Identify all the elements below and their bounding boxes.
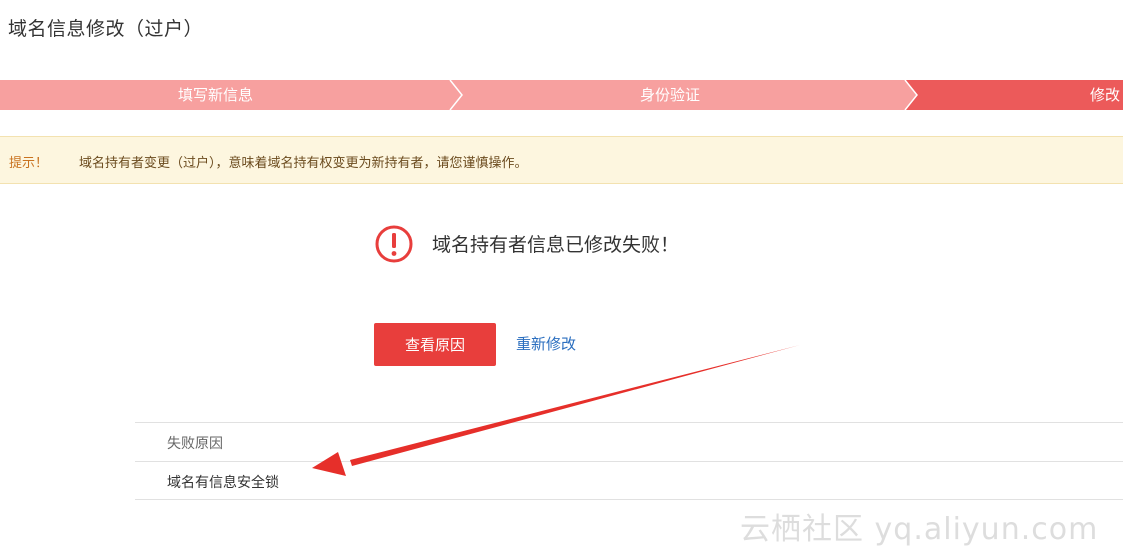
retry-modify-link[interactable]: 重新修改 bbox=[516, 333, 576, 354]
notice-banner: 提示！ 域名持有者变更（过户），意味着域名持有权变更为新持有者，请您谨慎操作。 bbox=[0, 136, 1123, 184]
result-message: 域名持有者信息已修改失败！ bbox=[432, 234, 680, 256]
step-fill-info: 填写新信息 bbox=[178, 86, 254, 104]
view-reason-button[interactable]: 查看原因 bbox=[374, 323, 496, 366]
reason-header: 失败原因 bbox=[167, 436, 223, 452]
reason-table: 失败原因 域名有信息安全锁 bbox=[135, 422, 1123, 500]
notice-label: 提示！ bbox=[9, 156, 49, 171]
page-title: 域名信息修改（过户） bbox=[8, 18, 204, 40]
reason-table-row: 域名有信息安全锁 bbox=[135, 461, 1123, 500]
step-progress-bar: 填写新信息 身份验证 修改 bbox=[0, 80, 1123, 110]
page: 域名信息修改（过户） 填写新信息 身份验证 修改 提示！ 域名持有者变更（过户）… bbox=[0, 0, 1123, 552]
step-identity-verify: 身份验证 bbox=[640, 86, 701, 104]
step-bar-graphic bbox=[0, 80, 1123, 110]
step-modify: 修改 bbox=[1090, 86, 1121, 104]
error-alert-icon bbox=[375, 225, 413, 263]
watermark: 云栖社区 yq.aliyun.com bbox=[740, 512, 1099, 547]
reason-value: 域名有信息安全锁 bbox=[167, 475, 279, 491]
reason-table-header-row: 失败原因 bbox=[135, 422, 1123, 461]
notice-text: 域名持有者变更（过户），意味着域名持有权变更为新持有者，请您谨慎操作。 bbox=[79, 156, 528, 171]
